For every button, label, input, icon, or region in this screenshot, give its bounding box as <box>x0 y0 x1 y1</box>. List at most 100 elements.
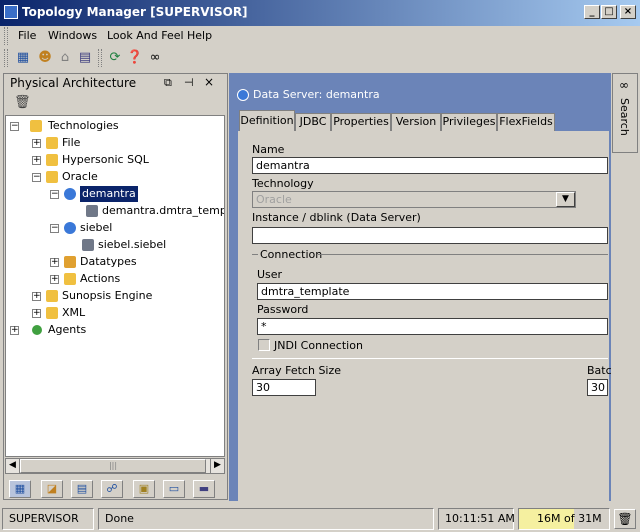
menu-grip <box>4 27 8 45</box>
security-icon[interactable]: ⌂ <box>56 49 74 67</box>
schema-icon <box>82 239 94 251</box>
collapse-icon[interactable]: − <box>32 173 41 182</box>
expand-icon[interactable]: + <box>32 309 41 318</box>
scroll-thumb[interactable]: ||| <box>20 459 206 473</box>
jndi-label: JNDI Connection <box>274 339 363 352</box>
technology-icon <box>46 171 58 183</box>
array-fetch-label: Array Fetch Size <box>252 364 342 377</box>
tab-flexfields[interactable]: FlexFields <box>497 113 555 131</box>
toolbar: ▦ ☻ ⌂ ▤ ⟳ ❓ ∞ <box>0 46 640 72</box>
status-time: 10:11:51 AM <box>438 508 515 530</box>
connection-group-line <box>252 254 258 255</box>
architecture-tree[interactable]: − Technologies + File + Hypersonic SQL −… <box>5 115 225 457</box>
memory-usage-text: 16M of 31M <box>537 512 602 525</box>
maximize-button[interactable]: □ <box>601 5 617 19</box>
tree-node-label: demantra.dmtra_template <box>102 204 224 217</box>
jndi-checkbox[interactable] <box>258 339 270 351</box>
expand-icon[interactable]: + <box>32 292 41 301</box>
title-bar: Topology Manager [SUPERVISOR] _ □ × <box>0 0 640 26</box>
tree-node-label: demantra <box>80 186 138 202</box>
chevron-down-icon[interactable]: ▼ <box>556 192 575 207</box>
refresh-icon[interactable]: ⟳ <box>106 49 124 67</box>
generic-action-icon[interactable]: ▬ <box>193 480 215 498</box>
menu-look-and-feel[interactable]: Look And Feel <box>107 29 184 42</box>
batch-label: Batc <box>587 364 612 377</box>
array-fetch-input[interactable]: 30 <box>252 379 316 396</box>
trash-icon[interactable]: 🗑 <box>14 95 31 110</box>
technology-select[interactable]: Oracle <box>252 191 576 208</box>
topology-icon[interactable]: ▦ <box>14 49 32 67</box>
tree-node-label: Sunopsis Engine <box>62 289 153 302</box>
search-side-tab[interactable]: ∞ Search <box>612 73 638 153</box>
connection-group-bottom <box>252 358 608 359</box>
editor-title: Data Server: demantra <box>253 88 380 101</box>
panel-title: Physical Architecture <box>10 76 137 90</box>
menu-file[interactable]: File <box>18 29 36 42</box>
user-icon[interactable]: ☻ <box>36 49 54 67</box>
navigator-switcher: ▦ ◪ ▤ ☍ ▣ ▭ ▬ <box>5 478 225 500</box>
scroll-right-icon[interactable]: ▶ <box>210 459 224 473</box>
name-input[interactable]: demantra <box>252 157 608 174</box>
menu-bar: File Windows Look And Feel Help <box>0 26 640 46</box>
tab-properties[interactable]: Properties <box>331 113 391 131</box>
technology-icon <box>46 154 58 166</box>
folder-icon <box>30 120 42 132</box>
pin-icon[interactable]: ⊣ <box>184 76 194 89</box>
close-button[interactable]: × <box>620 5 636 19</box>
connection-group-line <box>318 254 608 255</box>
collapse-icon[interactable]: − <box>50 190 59 199</box>
toolbar-grip <box>4 49 8 67</box>
tab-privileges[interactable]: Privileges <box>441 113 497 131</box>
panel-header: Physical Architecture ⧉ ⊣ × <box>4 74 227 92</box>
contexts-icon[interactable]: ▤ <box>71 480 93 498</box>
batch-input[interactable]: 30 <box>587 379 608 396</box>
expand-icon[interactable]: + <box>32 156 41 165</box>
instance-label: Instance / dblink (Data Server) <box>252 211 421 224</box>
expand-icon[interactable]: + <box>50 275 59 284</box>
editor-header: Data Server: demantra <box>231 84 609 106</box>
tree-node-label: siebel.siebel <box>98 238 167 251</box>
actions-icon <box>64 273 76 285</box>
tab-jdbc[interactable]: JDBC <box>295 113 331 131</box>
collapse-icon[interactable]: − <box>10 122 19 131</box>
datatypes-icon <box>64 256 76 268</box>
help-icon[interactable]: ❓ <box>126 49 144 67</box>
expand-icon[interactable]: + <box>10 326 19 335</box>
languages-icon[interactable]: ☍ <box>101 480 123 498</box>
app-icon <box>4 5 18 19</box>
expand-icon[interactable]: + <box>32 139 41 148</box>
technology-icon <box>46 290 58 302</box>
logical-architecture-icon[interactable]: ◪ <box>41 480 63 498</box>
tab-definition[interactable]: Definition <box>239 110 295 132</box>
status-message: Done <box>98 508 434 530</box>
float-icon[interactable]: ⧉ <box>164 76 172 90</box>
connection-group-label: Connection <box>260 248 323 261</box>
expand-icon[interactable]: + <box>50 258 59 267</box>
minimize-button[interactable]: _ <box>584 5 600 19</box>
tree-node-label: Agents <box>48 323 87 336</box>
password-label: Password <box>257 303 309 316</box>
menu-windows[interactable]: Windows <box>48 29 97 42</box>
binoculars-icon[interactable]: ∞ <box>146 49 164 67</box>
user-label: User <box>257 268 283 281</box>
hosts-icon[interactable]: ▭ <box>163 480 185 498</box>
menu-help[interactable]: Help <box>187 29 212 42</box>
repositories-icon[interactable]: ▣ <box>133 480 155 498</box>
tree-node-label: File <box>62 136 81 149</box>
report-icon[interactable]: ▤ <box>76 49 94 67</box>
physical-architecture-icon[interactable]: ▦ <box>9 480 31 498</box>
technology-label: Technology <box>252 177 314 190</box>
technology-icon <box>46 137 58 149</box>
instance-input[interactable] <box>252 227 608 244</box>
garbage-collect-icon[interactable]: 🗑 <box>614 509 636 529</box>
tab-version[interactable]: Version <box>391 113 441 131</box>
tree-node-label: XML <box>62 306 86 319</box>
memory-indicator[interactable]: 16M of 31M <box>518 508 610 530</box>
panel-close-icon[interactable]: × <box>204 75 214 89</box>
user-input[interactable]: dmtra_template <box>257 283 608 300</box>
password-input[interactable]: * <box>257 318 608 335</box>
scroll-left-icon[interactable]: ◀ <box>6 459 20 473</box>
tree-horizontal-scrollbar[interactable]: ◀ ||| ▶ <box>5 458 225 474</box>
collapse-icon[interactable]: − <box>50 224 59 233</box>
schema-icon <box>86 205 98 217</box>
